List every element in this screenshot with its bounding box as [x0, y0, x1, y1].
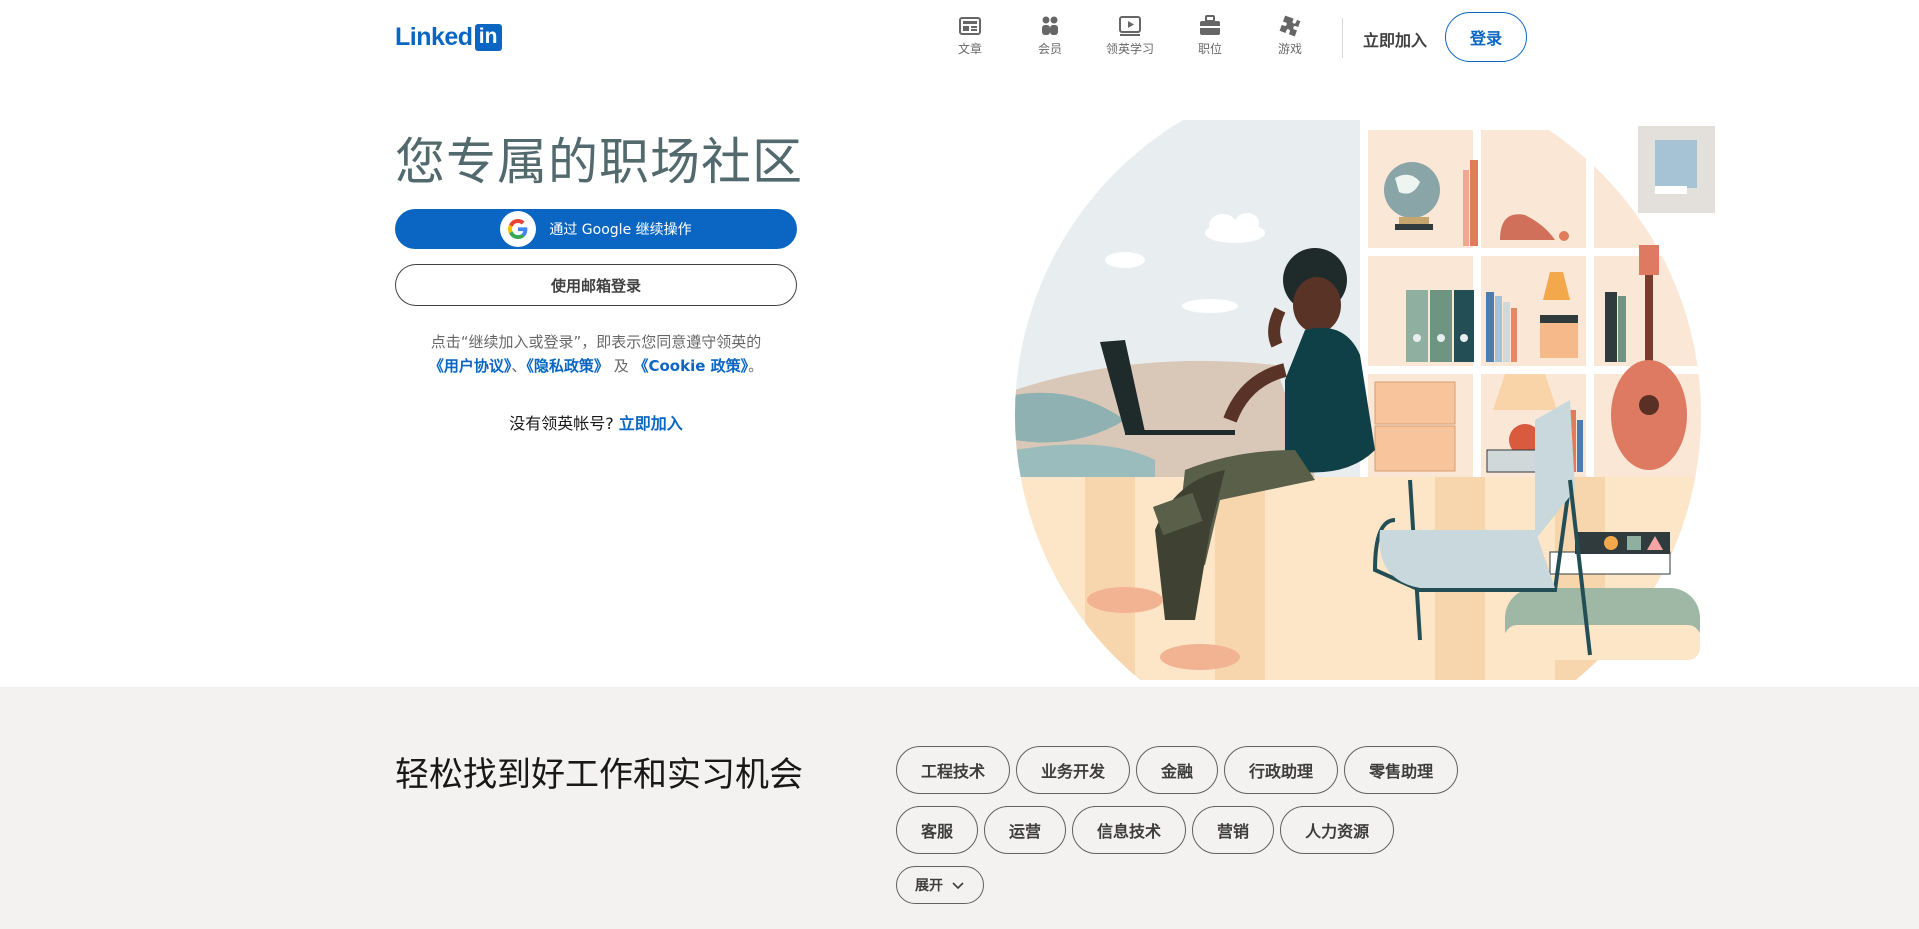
job-pill[interactable]: 营销: [1192, 806, 1275, 854]
nav-item-learning[interactable]: 领英学习: [1090, 14, 1170, 57]
nav-divider: [1342, 18, 1343, 58]
terms-period: 。: [748, 357, 764, 375]
terms-separator: 、: [511, 357, 527, 375]
no-account-text: 没有领英帐号?: [509, 414, 619, 433]
job-pill[interactable]: 客服: [896, 806, 979, 854]
nav-label-jobs: 职位: [1197, 42, 1222, 56]
expand-label: 展开: [915, 878, 943, 894]
nav-label-games: 游戏: [1277, 42, 1302, 56]
job-category-pills: 工程技术 业务开发 金融 行政助理 零售助理 客服 运营 信息技术 营销 人力资…: [896, 746, 1476, 904]
no-account-prompt: 没有领英帐号? 立即加入: [395, 410, 797, 434]
google-button-label: 通过 Google 继续操作: [549, 222, 692, 238]
privacy-policy-link[interactable]: 《隐私政策》: [526, 357, 609, 375]
job-pill[interactable]: 零售助理: [1344, 746, 1459, 794]
job-pill[interactable]: 金融: [1136, 746, 1219, 794]
google-continue-button[interactable]: 通过 Google 继续操作: [395, 209, 797, 249]
briefcase-icon: [1198, 14, 1222, 38]
nav-label-learning: 领英学习: [1105, 42, 1154, 56]
sign-in-button[interactable]: 登录: [1445, 12, 1528, 62]
job-pill[interactable]: 信息技术: [1072, 806, 1187, 854]
main-nav: 文章 会员 领英学习 职位 游戏 立即加入 登录: [930, 12, 1528, 62]
google-icon: [500, 211, 537, 247]
pill-row-2: 客服 运营 信息技术 营销 人力资源: [896, 806, 1476, 854]
people-icon: [1038, 14, 1062, 38]
join-now-link[interactable]: 立即加入: [1363, 27, 1427, 51]
pill-row-1: 工程技术 业务开发 金融 行政助理 零售助理: [896, 746, 1476, 794]
jobs-section: 轻松找到好工作和实习机会 工程技术 业务开发 金融 行政助理 零售助理 客服 运…: [0, 687, 1919, 929]
nav-item-jobs[interactable]: 职位: [1170, 14, 1250, 57]
articles-icon: [958, 14, 982, 38]
email-signin-button[interactable]: 使用邮箱登录: [395, 264, 797, 306]
job-pill[interactable]: 人力资源: [1280, 806, 1395, 854]
chevron-down-icon: [952, 882, 964, 890]
terms-and: 及: [608, 357, 634, 375]
job-pill[interactable]: 工程技术: [896, 746, 1011, 794]
terms-notice: 点击“继续加入或登录”，即表示您同意遵守领英的 《用户协议》、《隐私政策》 及 …: [395, 330, 797, 378]
cookie-policy-link[interactable]: 《Cookie 政策》: [633, 357, 748, 375]
page-title: 您专属的职场社区: [395, 133, 803, 191]
nav-item-games[interactable]: 游戏: [1250, 14, 1330, 57]
nav-item-people[interactable]: 会员: [1010, 14, 1090, 57]
terms-prefix: 点击“继续加入或登录”，即表示您同意遵守领英的: [430, 333, 762, 351]
expand-button[interactable]: 展开: [896, 866, 984, 904]
user-agreement-link[interactable]: 《用户协议》: [429, 357, 512, 375]
learning-icon: [1118, 14, 1142, 38]
join-now-inline-link[interactable]: 立即加入: [619, 414, 683, 433]
job-pill[interactable]: 行政助理: [1224, 746, 1339, 794]
linkedin-logo[interactable]: Linked in: [395, 22, 502, 51]
jobs-section-title: 轻松找到好工作和实习机会: [395, 755, 803, 795]
top-nav-bar: Linked in 文章 会员 领英学习 职位 游戏 立即加入 登录: [0, 0, 1919, 72]
logo-in-box: in: [474, 23, 502, 51]
logo-text: Linked: [395, 22, 473, 51]
puzzle-icon: [1278, 14, 1302, 38]
job-pill[interactable]: 业务开发: [1016, 746, 1131, 794]
hero-illustration: [1015, 120, 1715, 680]
job-pill[interactable]: 运营: [984, 806, 1067, 854]
nav-label-people: 会员: [1037, 42, 1062, 56]
nav-item-articles[interactable]: 文章: [930, 14, 1010, 57]
nav-label-articles: 文章: [957, 42, 982, 56]
